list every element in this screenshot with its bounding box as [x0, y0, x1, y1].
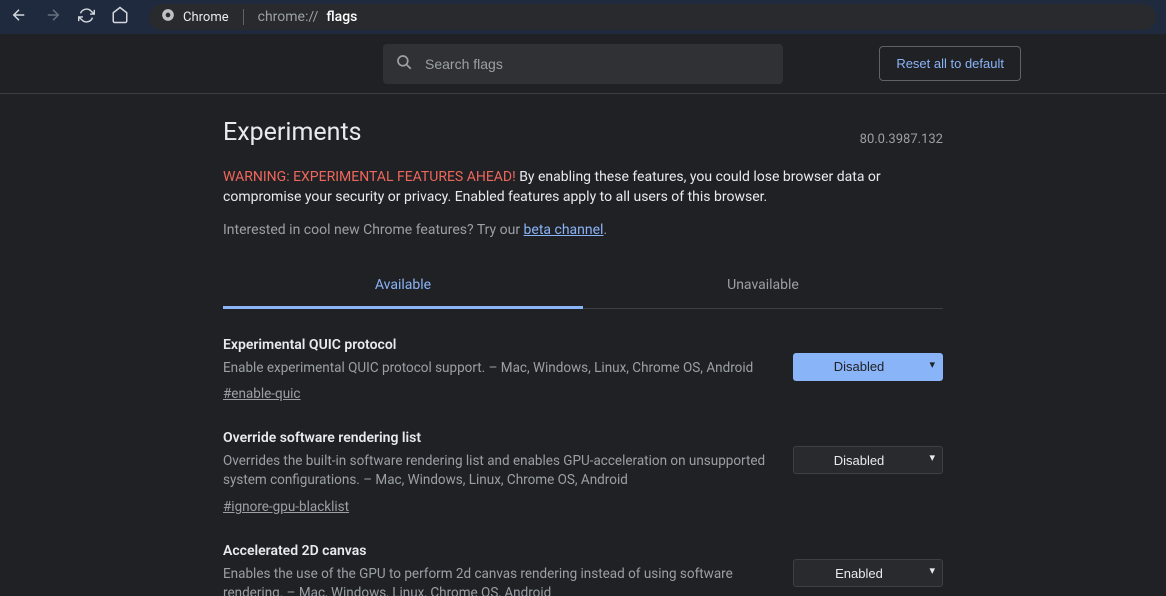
- tabs: Available Unavailable: [223, 264, 943, 309]
- flag-hash-link[interactable]: #ignore-gpu-blacklist: [223, 499, 349, 515]
- search-icon: [395, 53, 413, 75]
- flag-desc: Enable experimental QUIC protocol suppor…: [223, 359, 769, 378]
- home-icon[interactable]: [111, 6, 129, 28]
- search-input[interactable]: [425, 56, 771, 72]
- tab-available[interactable]: Available: [223, 264, 583, 309]
- forward-icon[interactable]: [44, 6, 62, 28]
- flag-item: Experimental QUIC protocol Enable experi…: [223, 309, 943, 403]
- flag-body: Experimental QUIC protocol Enable experi…: [223, 337, 769, 403]
- header-strip: Reset all to default: [0, 34, 1166, 94]
- flag-title: Experimental QUIC protocol: [223, 337, 769, 353]
- version-label: 80.0.3987.132: [860, 132, 943, 147]
- flag-item: Accelerated 2D canvas Enables the use of…: [223, 515, 943, 596]
- nav-icons-group: [10, 6, 129, 28]
- omnibox-chip: Chrome: [183, 10, 229, 25]
- omnibox-url-path: flags: [326, 9, 357, 25]
- page-title: Experiments: [223, 118, 362, 147]
- content-scroll[interactable]: Experiments 80.0.3987.132 WARNING: EXPER…: [223, 94, 943, 596]
- flags-list: Experimental QUIC protocol Enable experi…: [223, 309, 943, 596]
- browser-toolbar: Chrome chrome:// flags: [0, 0, 1166, 34]
- flag-state-select[interactable]: Disabled: [793, 446, 943, 474]
- flag-select-wrap: Disabled: [793, 337, 943, 403]
- omnibox[interactable]: Chrome chrome:// flags: [149, 4, 1156, 30]
- interest-line: Interested in cool new Chrome features? …: [223, 222, 943, 238]
- warning-lead: WARNING: EXPERIMENTAL FEATURES AHEAD!: [223, 169, 516, 185]
- reset-all-button[interactable]: Reset all to default: [879, 46, 1021, 81]
- omnibox-url-prefix: chrome://: [258, 9, 319, 25]
- interest-post: .: [603, 222, 607, 238]
- flag-desc: Overrides the built-in software renderin…: [223, 452, 769, 490]
- flag-state-select[interactable]: Disabled: [793, 353, 943, 381]
- warning-block: WARNING: EXPERIMENTAL FEATURES AHEAD! By…: [223, 167, 943, 208]
- tab-unavailable[interactable]: Unavailable: [583, 264, 943, 308]
- omnibox-divider: [243, 9, 244, 25]
- flag-body: Accelerated 2D canvas Enables the use of…: [223, 543, 769, 596]
- flag-item: Override software rendering list Overrid…: [223, 402, 943, 515]
- interest-pre: Interested in cool new Chrome features? …: [223, 222, 524, 238]
- beta-channel-link[interactable]: beta channel: [524, 222, 604, 238]
- reload-icon[interactable]: [78, 7, 95, 28]
- flag-hash-link[interactable]: #enable-quic: [223, 386, 301, 402]
- flag-state-select[interactable]: Enabled: [793, 559, 943, 587]
- flag-body: Override software rendering list Overrid…: [223, 430, 769, 515]
- page-title-row: Experiments 80.0.3987.132: [223, 118, 943, 147]
- flag-title: Override software rendering list: [223, 430, 769, 446]
- flag-select-wrap: Disabled: [793, 430, 943, 515]
- search-wrap: [383, 44, 783, 84]
- flag-select-wrap: Enabled: [793, 543, 943, 596]
- chrome-icon: [161, 8, 175, 26]
- flag-desc: Enables the use of the GPU to perform 2d…: [223, 565, 769, 596]
- flag-title: Accelerated 2D canvas: [223, 543, 769, 559]
- back-icon[interactable]: [10, 6, 28, 28]
